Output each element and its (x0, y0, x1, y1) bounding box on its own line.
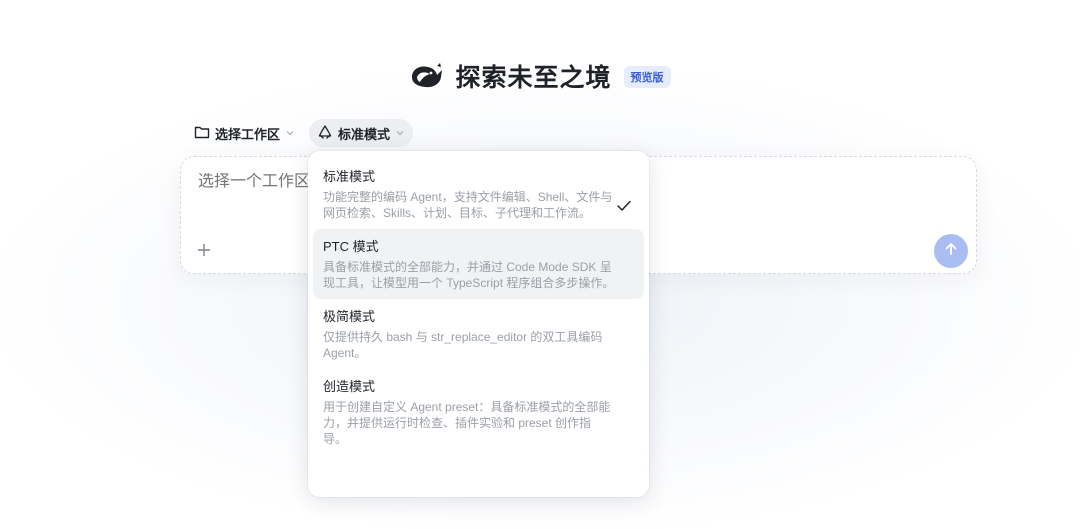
chevron-down-icon (395, 128, 405, 138)
plus-icon (197, 243, 211, 262)
menu-item-create-mode[interactable]: 创造模式 用于创建自定义 Agent preset：具备标准模式的全部能力，并提… (313, 369, 644, 455)
menu-item-name: 极简模式 (323, 309, 376, 324)
mode-dropdown-menu: 标准模式 功能完整的编码 Agent，支持文件编辑、Shell、文件与网页检索、… (308, 151, 649, 497)
workspace-select-button[interactable]: 选择工作区 (186, 119, 303, 147)
header: 探索未至之境 预览版 (0, 58, 1080, 94)
folder-icon (194, 125, 210, 142)
send-button[interactable] (934, 234, 968, 268)
workspace-select-label: 选择工作区 (215, 126, 281, 142)
menu-item-ptc-mode[interactable]: PTC 模式 具备标准模式的全部能力，并通过 Code Mode SDK 呈现工… (313, 229, 644, 299)
menu-item-standard-mode[interactable]: 标准模式 功能完整的编码 Agent，支持文件编辑、Shell、文件与网页检索、… (313, 159, 644, 229)
menu-item-minimal-mode[interactable]: 极简模式 仅提供持久 bash 与 str_replace_editor 的双工… (313, 299, 644, 369)
check-icon (616, 199, 632, 218)
menu-item-description: 具备标准模式的全部能力，并通过 Code Mode SDK 呈现工具，让模型用一… (323, 260, 615, 290)
mode-select-label: 标准模式 (338, 126, 391, 142)
menu-item-description: 功能完整的编码 Agent，支持文件编辑、Shell、文件与网页检索、Skill… (323, 190, 613, 220)
menu-item-description: 用于创建自定义 Agent preset：具备标准模式的全部能力，并提供运行时检… (323, 400, 611, 446)
mode-select-button[interactable]: 标准模式 (309, 119, 414, 147)
preview-badge: 预览版 (623, 66, 671, 88)
whale-logo-icon (409, 62, 445, 90)
menu-item-name: PTC 模式 (323, 239, 379, 254)
menu-item-name: 标准模式 (323, 169, 376, 184)
menu-item-description: 仅提供持久 bash 与 str_replace_editor 的双工具编码 A… (323, 330, 603, 360)
menu-item-name: 创造模式 (323, 379, 376, 394)
composer-toolbar: 选择工作区 标准模式 (186, 119, 414, 147)
arrow-up-icon (943, 241, 959, 262)
chevron-down-icon (285, 128, 295, 138)
attach-button[interactable] (193, 241, 215, 263)
recycle-icon (317, 124, 333, 143)
page-title: 探索未至之境 (455, 64, 612, 92)
